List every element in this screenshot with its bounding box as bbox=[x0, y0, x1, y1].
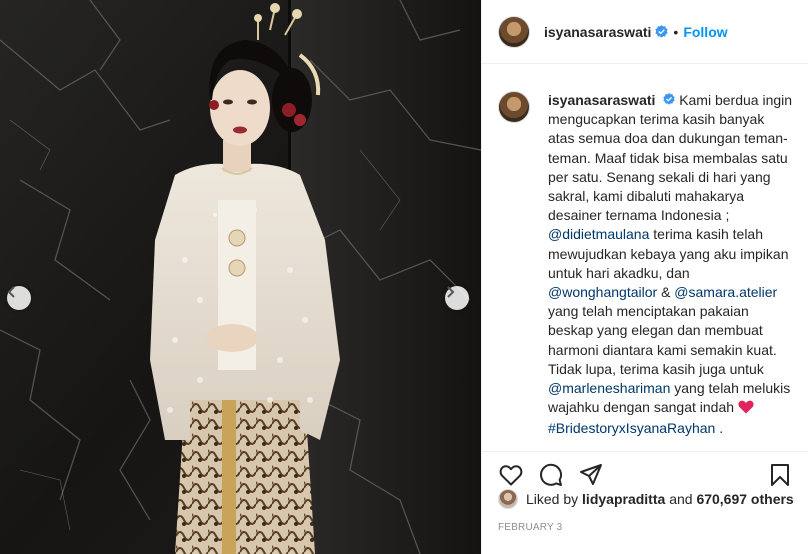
verified-badge-icon bbox=[663, 93, 675, 105]
comment-icon bbox=[540, 463, 563, 486]
caption-text: isyanasaraswati Kami berdua ingin menguc… bbox=[548, 91, 793, 451]
likes-count[interactable]: 670,697 others bbox=[696, 491, 793, 507]
caption-username[interactable]: isyanasaraswati bbox=[548, 92, 655, 108]
post-header: isyanasaraswati • Follow bbox=[482, 0, 808, 64]
post-media[interactable] bbox=[0, 0, 481, 554]
post-photo bbox=[0, 0, 481, 554]
verified-badge-icon bbox=[655, 25, 668, 38]
previous-photo-button[interactable] bbox=[7, 286, 31, 310]
separator-dot: • bbox=[673, 23, 679, 40]
share-button[interactable] bbox=[578, 462, 604, 488]
mention-link[interactable]: @samara.atelier bbox=[674, 284, 777, 300]
hashtag-link[interactable]: #BridestoryxIsyanaRayhan bbox=[548, 420, 715, 436]
mention-link[interactable]: @wonghangtailor bbox=[548, 284, 657, 300]
bookmark-icon bbox=[771, 463, 789, 486]
caption-body-4: yang telah menciptakan pakaian beskap ya… bbox=[548, 303, 777, 377]
author-username[interactable]: isyanasaraswati bbox=[544, 24, 651, 40]
author-avatar[interactable] bbox=[498, 15, 530, 48]
caption-body-6: . bbox=[719, 420, 724, 437]
liker-username[interactable]: lidyapraditta bbox=[582, 491, 665, 507]
action-bar bbox=[482, 451, 808, 491]
caption-body-1: Kami berdua ingin mengucapkan terima kas… bbox=[548, 92, 793, 224]
post-date[interactable]: FEBRUARY 3 bbox=[498, 522, 562, 533]
caption-body-3: & bbox=[661, 284, 671, 301]
red-heart-emoji-icon bbox=[738, 400, 754, 419]
heart-outline-icon bbox=[499, 464, 523, 485]
likes-summary: Liked by lidyapraditta and 670,697 other… bbox=[498, 489, 794, 509]
mention-link[interactable]: @didietmaulana bbox=[548, 226, 649, 242]
next-photo-button[interactable] bbox=[445, 286, 469, 310]
caption-section: isyanasaraswati Kami berdua ingin menguc… bbox=[482, 65, 808, 451]
caption-author-avatar[interactable] bbox=[498, 91, 530, 123]
liker-avatar[interactable] bbox=[498, 489, 518, 509]
mention-link[interactable]: @marleneshariman bbox=[548, 380, 670, 396]
chevron-left-icon bbox=[7, 286, 15, 298]
chevron-right-icon bbox=[447, 286, 455, 298]
comment-button[interactable] bbox=[538, 462, 564, 488]
like-button[interactable] bbox=[498, 462, 524, 488]
post-side-panel: isyanasaraswati • Follow isyanasaraswati… bbox=[481, 0, 808, 554]
share-icon bbox=[580, 463, 602, 485]
save-button[interactable] bbox=[767, 462, 793, 488]
caption-body-7: . bbox=[548, 439, 552, 451]
likes-prefix: Liked by bbox=[526, 491, 579, 507]
follow-button[interactable]: Follow bbox=[683, 24, 727, 40]
likes-conjunction: and bbox=[669, 491, 693, 507]
